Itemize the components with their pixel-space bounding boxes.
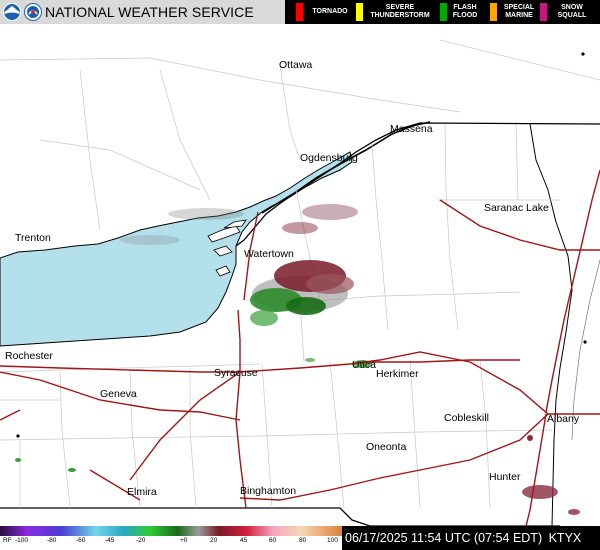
header-bar: NATIONAL WEATHER SERVICE TORNADO SEVERE … xyxy=(0,0,600,24)
city-rochester: Rochester xyxy=(5,350,53,362)
special-marine-label: SPECIAL MARINE xyxy=(503,4,535,19)
ny-vt-border xyxy=(529,123,573,526)
city-hunter: Hunter xyxy=(489,471,521,483)
city-ogdensburg: Ogdensburg xyxy=(300,152,358,164)
noaa-logo-icon xyxy=(3,3,21,21)
colorbar-gradient xyxy=(0,526,342,536)
timestamp-station: 06/17/2025 11:54 UTC (07:54 EDT) KTYX xyxy=(345,526,581,550)
city-geneva: Geneva xyxy=(100,388,137,400)
special-marine-swatch xyxy=(490,3,497,21)
colorbar-label-80: 80 xyxy=(299,537,307,544)
st-lawrence-river xyxy=(261,121,431,214)
city-saranac-lake: Saranac Lake xyxy=(484,202,549,214)
colorbar-label-neg45: -45 xyxy=(105,537,115,544)
warning-snow-squall: SNOW SQUALL xyxy=(540,0,600,24)
tornado-label: TORNADO xyxy=(312,8,348,15)
city-syracuse: Syracuse xyxy=(214,367,258,379)
colorbar-label-100: 100 xyxy=(327,537,338,544)
colorbar-label-rf: RF xyxy=(3,537,12,544)
lake-ontario xyxy=(0,151,353,347)
colorbar-label-0: +0 xyxy=(180,537,188,544)
warning-special-marine: SPECIAL MARINE xyxy=(490,0,540,24)
city-cobleskill: Cobleskill xyxy=(444,412,489,424)
snow-squall-label: SNOW SQUALL xyxy=(557,4,587,19)
warning-severe-thunderstorm: SEVERE THUNDERSTORM xyxy=(356,0,436,24)
colorbar-label-neg60: -60 xyxy=(76,537,86,544)
timestamp: 06/17/2025 11:54 UTC (07:54 EDT) xyxy=(345,531,543,545)
city-oneonta: Oneonta xyxy=(366,441,406,453)
colorbar-label-20: 20 xyxy=(210,537,218,544)
city-watertown: Watertown xyxy=(244,248,294,260)
flash-flood-swatch xyxy=(440,3,447,21)
radar-map[interactable]: Ottawa Massena Ogdensburg Saranac Lake T… xyxy=(0,24,600,526)
flash-flood-label: FLASH FLOOD xyxy=(452,4,478,19)
colorbar-label-60: 60 xyxy=(269,537,277,544)
city-trenton: Trenton xyxy=(15,232,51,244)
tornado-swatch xyxy=(296,3,303,21)
ny-pa-border xyxy=(0,507,560,526)
colorbar-label-neg100: -100 xyxy=(15,537,29,544)
colorbar-label-neg80: -80 xyxy=(47,537,57,544)
city-elmira: Elmira xyxy=(127,486,157,498)
city-massena: Massena xyxy=(390,123,433,135)
city-ottawa: Ottawa xyxy=(279,59,312,71)
colorbar-label-neg20: -20 xyxy=(136,537,146,544)
city-herkimer: Herkimer xyxy=(376,368,419,380)
colorbar-label-45: 45 xyxy=(240,537,248,544)
severe-thunderstorm-swatch xyxy=(356,3,363,21)
warning-flash-flood: FLASH FLOOD xyxy=(440,0,485,24)
nws-logo-icon xyxy=(24,3,42,21)
city-utica: Utica xyxy=(352,359,376,371)
warning-legend: TORNADO SEVERE THUNDERSTORM FLASH FLOOD … xyxy=(285,0,600,24)
severe-thunderstorm-label: SEVERE THUNDERSTORM xyxy=(370,4,430,19)
warning-tornado: TORNADO xyxy=(296,0,356,24)
city-albany: Albany xyxy=(547,413,580,425)
city-binghamton: Binghamton xyxy=(240,485,296,497)
snow-squall-swatch xyxy=(540,3,547,21)
agency-title: NATIONAL WEATHER SERVICE xyxy=(45,4,254,20)
station-id: KTYX xyxy=(548,531,582,545)
